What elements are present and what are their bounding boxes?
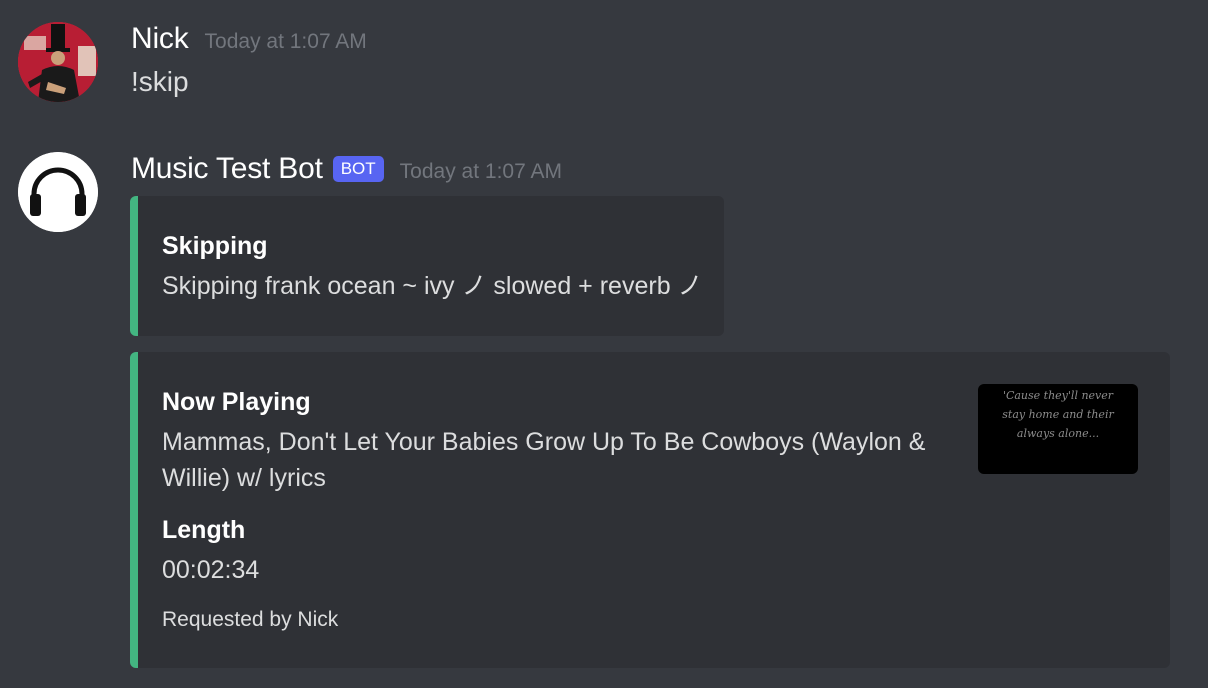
message-author[interactable]: Music Test Bot xyxy=(131,152,323,186)
bot-avatar[interactable] xyxy=(18,152,98,232)
embed-field-value: Skipping frank ocean ~ ivy ノ slowed + re… xyxy=(162,272,703,300)
user-avatar[interactable] xyxy=(18,22,98,102)
bot-badge: BOT xyxy=(332,156,384,182)
embed-footer: Requested by Nick xyxy=(162,608,339,631)
embed-field-name: Now Playing xyxy=(162,388,311,416)
message-timestamp: Today at 1:07 AM xyxy=(399,160,562,183)
headphones-icon xyxy=(18,152,98,232)
embed-skipping: Skipping Skipping frank ocean ~ ivy ノ sl… xyxy=(130,196,724,336)
embed-now-playing: Now Playing Mammas, Don't Let Your Babie… xyxy=(130,352,1170,668)
message-content: !skip xyxy=(131,66,189,97)
embed-field-value: 00:02:34 xyxy=(162,556,260,584)
chat-messages: Nick Today at 1:07 AM !skip Music Test B… xyxy=(0,0,1208,688)
embed-field-name: Length xyxy=(162,516,246,544)
embed-field-name: Skipping xyxy=(162,232,268,260)
embed-field-value: Mammas, Don't Let Your Babies Grow Up To… xyxy=(162,428,926,492)
message-author[interactable]: Nick xyxy=(131,22,189,56)
embed-thumbnail[interactable]: 'Cause they'll never stay home and their… xyxy=(978,384,1138,474)
message-timestamp: Today at 1:07 AM xyxy=(204,30,367,53)
user-avatar-image xyxy=(18,22,98,102)
